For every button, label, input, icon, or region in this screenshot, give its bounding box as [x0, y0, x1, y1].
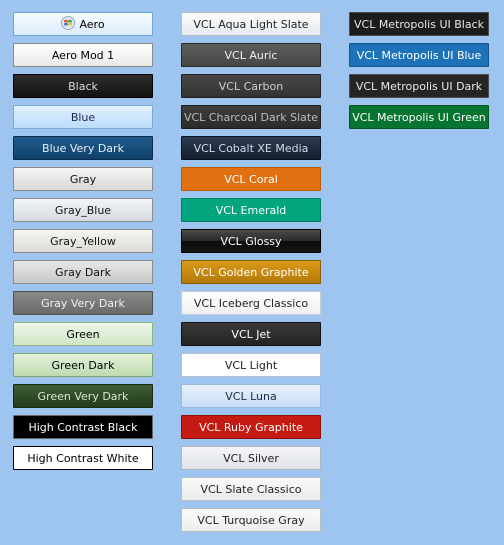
button-label: Gray_Yellow: [50, 234, 116, 248]
button-label: VCL Iceberg Classico: [193, 296, 309, 310]
button-label: VCL Jet: [231, 327, 271, 341]
button-label: Green Dark: [51, 358, 115, 372]
button-label: VCL Golden Graphite: [193, 265, 309, 279]
btn-style-vcl-coral[interactable]: VCL Coral: [181, 167, 321, 191]
btn-style-blue[interactable]: Blue: [13, 105, 153, 129]
btn-style-vcl-auric[interactable]: VCL Auric: [181, 43, 321, 67]
btn-style-vcl-metropolis-ui-dark[interactable]: VCL Metropolis UI Dark: [349, 74, 489, 98]
btn-style-green[interactable]: Green: [13, 322, 153, 346]
button-label: VCL Aqua Light Slate: [193, 17, 309, 31]
button-label: Blue Very Dark: [42, 141, 124, 155]
btn-style-vcl-golden-graphite[interactable]: VCL Golden Graphite: [181, 260, 321, 284]
button-label: Gray: [69, 172, 97, 186]
button-label: Gray_Blue: [54, 203, 112, 217]
btn-style-vcl-ruby-graphite[interactable]: VCL Ruby Graphite: [181, 415, 321, 439]
btn-style-aero-mod-1[interactable]: Aero Mod 1: [13, 43, 153, 67]
button-label: VCL Glossy: [220, 234, 282, 248]
button-label: Black: [68, 79, 98, 93]
button-label: Green Very Dark: [37, 389, 129, 403]
button-label: VCL Carbon: [218, 79, 284, 93]
btn-style-green-dark[interactable]: Green Dark: [13, 353, 153, 377]
button-label: Gray Very Dark: [41, 296, 125, 310]
btn-style-vcl-cobalt-xe-media[interactable]: VCL Cobalt XE Media: [181, 136, 321, 160]
btn-style-vcl-luna[interactable]: VCL Luna: [181, 384, 321, 408]
btn-style-vcl-iceberg-classico[interactable]: VCL Iceberg Classico: [181, 291, 321, 315]
button-label: VCL Metropolis UI Blue: [356, 48, 482, 62]
button-label: High Contrast Black: [28, 420, 138, 434]
style-column-3: VCL Metropolis UI Black VCL Metropolis UI…: [349, 12, 489, 136]
button-label: Blue: [70, 110, 96, 124]
btn-style-high-contrast-white[interactable]: High Contrast White: [13, 446, 153, 470]
btn-style-vcl-charcoal-dark-slate[interactable]: VCL Charcoal Dark Slate: [181, 105, 321, 129]
button-label: VCL Metropolis UI Black: [353, 17, 485, 31]
button-label: VCL Metropolis UI Green: [352, 110, 486, 124]
button-label: VCL Metropolis UI Dark: [355, 79, 483, 93]
btn-style-gray[interactable]: Gray: [13, 167, 153, 191]
button-label: High Contrast White: [27, 451, 139, 465]
btn-style-gray-dark[interactable]: Gray Dark: [13, 260, 153, 284]
button-label: Aero Mod 1: [51, 48, 115, 62]
button-label: VCL Coral: [224, 172, 278, 186]
button-label: VCL Ruby Graphite: [199, 420, 303, 434]
btn-style-vcl-metropolis-ui-blue[interactable]: VCL Metropolis UI Blue: [349, 43, 489, 67]
windows-logo-icon: [61, 15, 76, 33]
btn-style-high-contrast-black[interactable]: High Contrast Black: [13, 415, 153, 439]
btn-style-black[interactable]: Black: [13, 74, 153, 98]
button-label: Aero: [79, 17, 105, 31]
button-label: Gray Dark: [55, 265, 111, 279]
btn-style-vcl-metropolis-ui-black[interactable]: VCL Metropolis UI Black: [349, 12, 489, 36]
btn-style-green-very-dark[interactable]: Green Very Dark: [13, 384, 153, 408]
btn-style-gray-yellow[interactable]: Gray_Yellow: [13, 229, 153, 253]
button-label: VCL Emerald: [215, 203, 287, 217]
btn-style-vcl-glossy[interactable]: VCL Glossy: [181, 229, 321, 253]
btn-style-blue-very-dark[interactable]: Blue Very Dark: [13, 136, 153, 160]
button-label: VCL Slate Classico: [200, 482, 302, 496]
button-label: Green: [66, 327, 100, 341]
button-label: VCL Charcoal Dark Slate: [183, 110, 319, 124]
button-label: VCL Luna: [225, 389, 277, 403]
btn-style-vcl-turquoise-gray[interactable]: VCL Turquoise Gray: [181, 508, 321, 532]
btn-style-vcl-aqua-light-slate[interactable]: VCL Aqua Light Slate: [181, 12, 321, 36]
button-label: VCL Turquoise Gray: [197, 513, 305, 527]
btn-style-gray-very-dark[interactable]: Gray Very Dark: [13, 291, 153, 315]
button-label: VCL Cobalt XE Media: [193, 141, 309, 155]
style-column-2: VCL Aqua Light Slate VCL Auric VCL Carbon V…: [181, 12, 321, 539]
button-label: VCL Silver: [223, 451, 279, 465]
btn-style-vcl-silver[interactable]: VCL Silver: [181, 446, 321, 470]
btn-style-vcl-metropolis-ui-green[interactable]: VCL Metropolis UI Green: [349, 105, 489, 129]
button-label: VCL Auric: [224, 48, 278, 62]
style-column-1: Aero Aero Mod 1 Black Blue Blue Very Dark Gra…: [13, 12, 153, 477]
button-label: VCL Light: [224, 358, 278, 372]
btn-style-vcl-carbon[interactable]: VCL Carbon: [181, 74, 321, 98]
btn-style-vcl-slate-classico[interactable]: VCL Slate Classico: [181, 477, 321, 501]
btn-style-aero[interactable]: Aero: [13, 12, 153, 36]
btn-style-gray-blue[interactable]: Gray_Blue: [13, 198, 153, 222]
btn-style-vcl-emerald[interactable]: VCL Emerald: [181, 198, 321, 222]
btn-style-vcl-jet[interactable]: VCL Jet: [181, 322, 321, 346]
btn-style-vcl-light[interactable]: VCL Light: [181, 353, 321, 377]
